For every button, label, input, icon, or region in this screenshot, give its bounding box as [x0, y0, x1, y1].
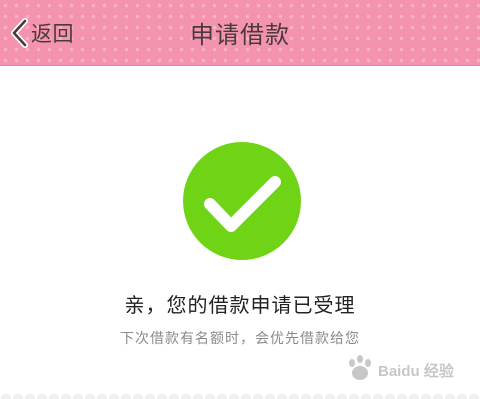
watermark-logo: Baidu 经验: [342, 353, 470, 387]
result-subtitle: 下次借款有名额时，会优先借款给您: [120, 331, 360, 347]
check-circle-icon: [183, 142, 301, 260]
bottom-scalloped-edge: [0, 391, 480, 399]
app-header: 返回 申请借款: [0, 0, 480, 66]
result-title: 亲，您的借款申请已受理: [124, 293, 356, 317]
svg-text:Baidu 经验: Baidu 经验: [378, 362, 455, 380]
page-title: 申请借款: [190, 21, 290, 49]
